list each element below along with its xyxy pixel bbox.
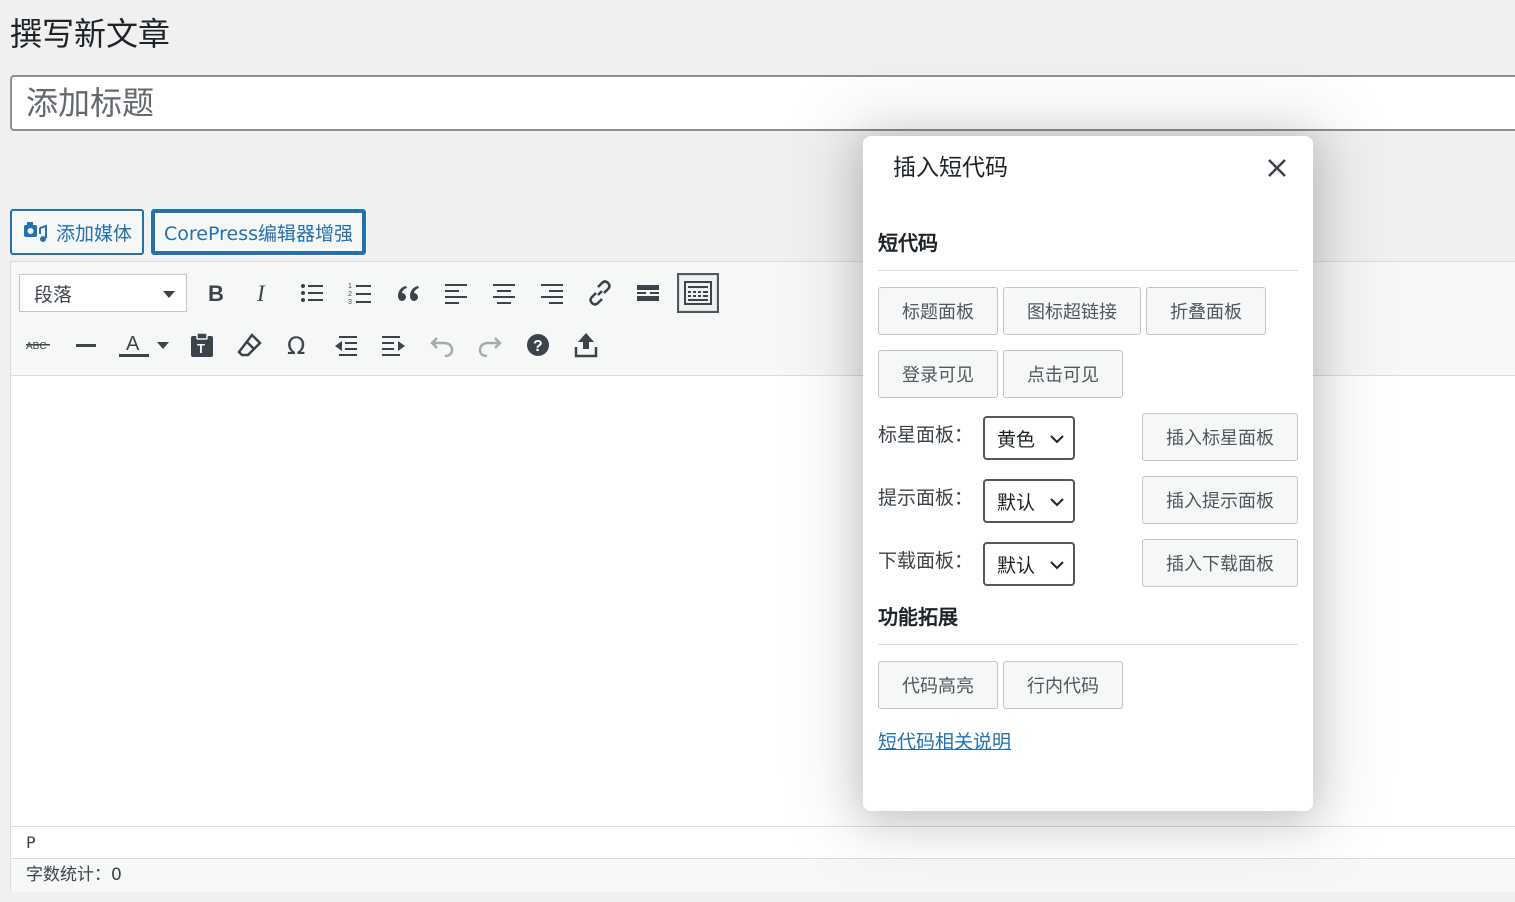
page-title: 撰写新文章 xyxy=(10,15,171,53)
undo-icon[interactable] xyxy=(423,326,461,364)
read-more-icon[interactable] xyxy=(629,274,667,312)
svg-text:2: 2 xyxy=(348,291,352,298)
editor-path-bar: P xyxy=(11,826,1515,858)
svg-text:3: 3 xyxy=(348,299,352,305)
inline-code-button[interactable]: 行内代码 xyxy=(1003,661,1123,709)
star-panel-select-value: 黄色 xyxy=(997,428,1036,451)
help-icon[interactable]: ? xyxy=(519,326,557,364)
tip-panel-select-value: 默认 xyxy=(997,491,1036,514)
add-media-label: 添加媒体 xyxy=(56,222,133,245)
horizontal-line-icon[interactable] xyxy=(67,326,105,364)
svg-text:ABC: ABC xyxy=(26,341,47,352)
post-title-placeholder: 添加标题 xyxy=(26,84,155,122)
word-count-bar: 字数统计：0 xyxy=(11,858,1515,892)
svg-text:T: T xyxy=(197,341,205,356)
clear-formatting-icon[interactable] xyxy=(231,326,269,364)
special-character-icon[interactable]: Ω xyxy=(279,326,317,364)
bold-icon[interactable]: B xyxy=(197,274,235,312)
word-count: 字数统计：0 xyxy=(26,865,122,885)
download-panel-label: 下载面板： xyxy=(878,550,974,572)
insert-star-panel-button[interactable]: 插入标星面板 xyxy=(1142,413,1298,461)
upload-icon[interactable] xyxy=(567,326,605,364)
tip-panel-select[interactable]: 默认 xyxy=(983,479,1075,523)
paste-as-text-icon[interactable]: T xyxy=(183,326,221,364)
title-panel-button[interactable]: 标题面板 xyxy=(878,287,998,335)
svg-text:A: A xyxy=(126,333,140,355)
media-buttons: 添加媒体 CorePress编辑器增强 xyxy=(10,209,366,255)
click-visible-button[interactable]: 点击可见 xyxy=(1003,350,1123,398)
icon-hyperlink-button[interactable]: 图标超链接 xyxy=(1003,287,1141,335)
blockquote-icon[interactable] xyxy=(389,274,427,312)
camera-music-icon xyxy=(22,220,48,244)
star-panel-label: 标星面板： xyxy=(878,424,974,446)
add-media-button[interactable]: 添加媒体 xyxy=(10,209,145,255)
collapse-panel-button[interactable]: 折叠面板 xyxy=(1146,287,1266,335)
svg-text:?: ? xyxy=(533,338,543,355)
shortcodes-section-title: 短代码 xyxy=(878,231,938,255)
bullet-list-icon[interactable] xyxy=(293,274,331,312)
italic-icon[interactable]: I xyxy=(245,274,283,312)
shortcode-help-link[interactable]: 短代码相关说明 xyxy=(878,727,1011,754)
numbered-list-icon[interactable]: 1 2 3 xyxy=(341,274,379,312)
corepress-label: CorePress编辑器增强 xyxy=(164,222,353,245)
login-visible-button[interactable]: 登录可见 xyxy=(878,350,998,398)
align-left-icon[interactable] xyxy=(437,274,475,312)
align-center-icon[interactable] xyxy=(485,274,523,312)
tip-panel-label: 提示面板： xyxy=(878,487,974,509)
outdent-icon[interactable] xyxy=(327,326,365,364)
redo-icon[interactable] xyxy=(471,326,509,364)
section-divider xyxy=(878,644,1298,645)
section-divider xyxy=(878,270,1298,271)
link-icon[interactable] xyxy=(581,274,619,312)
element-path[interactable]: P xyxy=(26,833,36,852)
svg-text:B: B xyxy=(208,282,224,304)
modal-title: 插入短代码 xyxy=(893,155,1008,181)
caret-down-icon xyxy=(162,282,176,304)
format-select-value: 段落 xyxy=(34,283,73,306)
format-select[interactable]: 段落 xyxy=(19,274,187,312)
svg-text:Ω: Ω xyxy=(287,333,305,357)
insert-shortcode-modal: 插入短代码 短代码 标题面板 图标超链接 折叠面板 登录可见 点击可见 标星面板… xyxy=(863,136,1313,811)
star-panel-select[interactable]: 黄色 xyxy=(983,416,1075,460)
chevron-down-icon xyxy=(1049,427,1065,449)
chevron-down-icon xyxy=(1049,490,1065,512)
text-color-icon[interactable]: A xyxy=(115,326,153,364)
text-color-caret-icon[interactable] xyxy=(153,326,173,364)
code-highlight-button[interactable]: 代码高亮 xyxy=(878,661,998,709)
indent-icon[interactable] xyxy=(375,326,413,364)
svg-text:1: 1 xyxy=(348,283,352,290)
chevron-down-icon xyxy=(1049,553,1065,575)
svg-text:I: I xyxy=(256,282,266,304)
download-panel-select-value: 默认 xyxy=(997,554,1036,577)
align-right-icon[interactable] xyxy=(533,274,571,312)
strikethrough-icon[interactable]: ABC xyxy=(19,326,57,364)
insert-tip-panel-button[interactable]: 插入提示面板 xyxy=(1142,476,1298,524)
extensions-section-title: 功能拓展 xyxy=(878,605,958,629)
download-panel-select[interactable]: 默认 xyxy=(983,542,1075,586)
insert-download-panel-button[interactable]: 插入下载面板 xyxy=(1142,539,1298,587)
close-icon[interactable] xyxy=(1261,152,1293,184)
post-title-input[interactable]: 添加标题 xyxy=(10,75,1515,131)
corepress-button[interactable]: CorePress编辑器增强 xyxy=(151,209,366,255)
toolbar-toggle-icon[interactable] xyxy=(677,273,719,313)
